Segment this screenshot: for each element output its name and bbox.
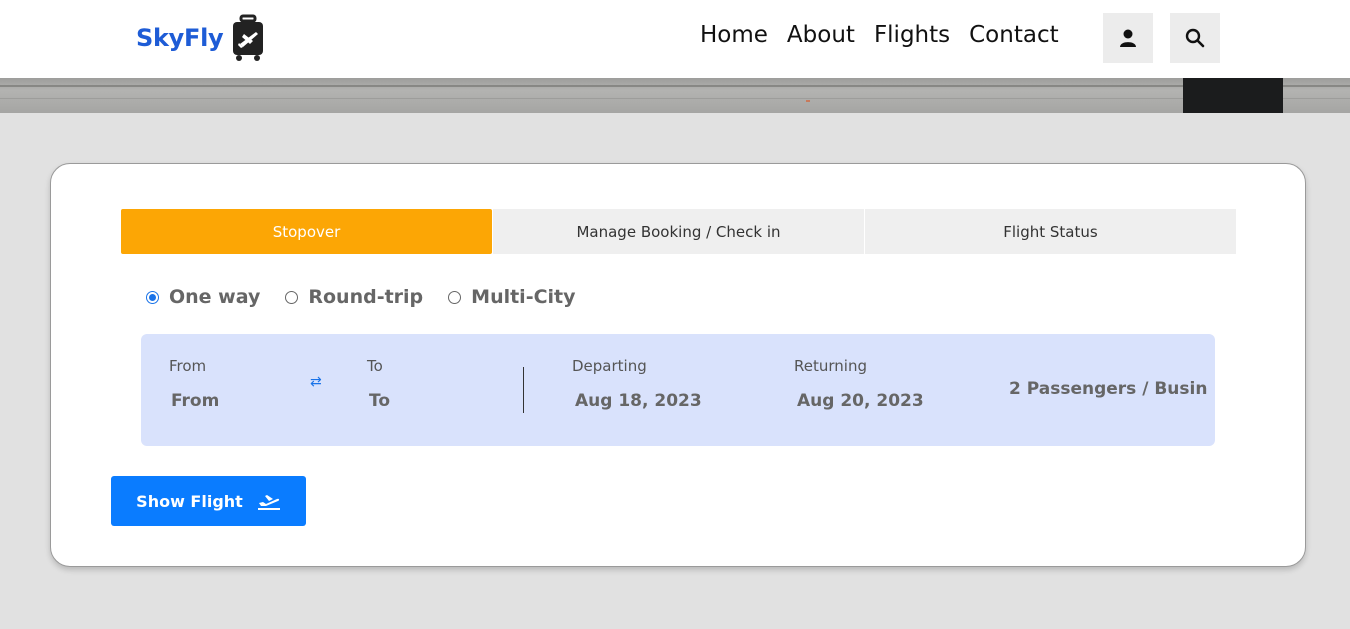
departing-label: Departing — [572, 357, 647, 375]
hero-light — [806, 100, 810, 102]
trip-label-round-trip: Round-trip — [308, 286, 424, 308]
navbar: SkyFly Home About Flights Contact — [0, 0, 1350, 78]
search-icon — [1185, 28, 1205, 48]
hero-dark-object — [1183, 78, 1283, 113]
from-label: From — [169, 357, 207, 375]
radio-multi-city[interactable] — [448, 290, 462, 304]
from-field[interactable]: From — [171, 391, 219, 411]
flight-search-panel: From From ⇄ To To Departing Aug 18, 2023… — [141, 334, 1215, 446]
booking-tabs: Stopover Manage Booking / Check in Fligh… — [121, 209, 1236, 254]
returning-label: Returning — [794, 357, 867, 375]
booking-card: Stopover Manage Booking / Check in Fligh… — [50, 163, 1306, 567]
passengers-class-field[interactable]: 2 Passengers / Busin — [1009, 379, 1207, 399]
trip-option-one-way[interactable]: One way — [146, 286, 260, 308]
to-field[interactable]: To — [369, 391, 390, 411]
plane-departure-icon — [257, 495, 280, 510]
trip-label-one-way: One way — [169, 286, 261, 308]
hero-runway-line-2 — [0, 98, 1350, 99]
nav-flights[interactable]: Flights — [874, 22, 950, 48]
tab-stopover[interactable]: Stopover — [121, 209, 492, 254]
luggage-plane-icon — [233, 14, 264, 61]
brand-logo[interactable]: SkyFly — [136, 14, 265, 62]
nav-about[interactable]: About — [787, 22, 855, 48]
returning-date-field[interactable]: Aug 20, 2023 — [797, 391, 924, 411]
show-flight-button[interactable]: Show Flight — [111, 476, 306, 526]
search-button[interactable] — [1170, 13, 1220, 63]
trip-option-round-trip[interactable]: Round-trip — [285, 286, 423, 308]
brand-name: SkyFly — [136, 24, 224, 52]
hero-image — [0, 78, 1350, 113]
field-divider — [523, 367, 524, 413]
departing-date-field[interactable]: Aug 18, 2023 — [575, 391, 702, 411]
nav-contact[interactable]: Contact — [969, 22, 1058, 48]
user-button[interactable] — [1103, 13, 1153, 63]
trip-option-multi-city[interactable]: Multi-City — [448, 286, 576, 308]
user-icon — [1120, 29, 1136, 47]
show-flight-label: Show Flight — [136, 491, 243, 511]
tab-flight-status[interactable]: Flight Status — [865, 209, 1236, 254]
hero-runway-line — [0, 85, 1350, 87]
to-label: To — [367, 357, 383, 375]
swap-arrows-icon[interactable]: ⇄ — [310, 374, 322, 390]
trip-label-multi-city: Multi-City — [471, 286, 576, 308]
trip-type-group: One way Round-trip Multi-City — [146, 286, 601, 308]
tab-manage-booking[interactable]: Manage Booking / Check in — [493, 209, 864, 254]
nav-links: Home About Flights Contact — [700, 22, 1059, 48]
nav-home[interactable]: Home — [700, 22, 768, 48]
radio-round-trip[interactable] — [285, 290, 299, 304]
radio-one-way[interactable] — [146, 290, 159, 304]
